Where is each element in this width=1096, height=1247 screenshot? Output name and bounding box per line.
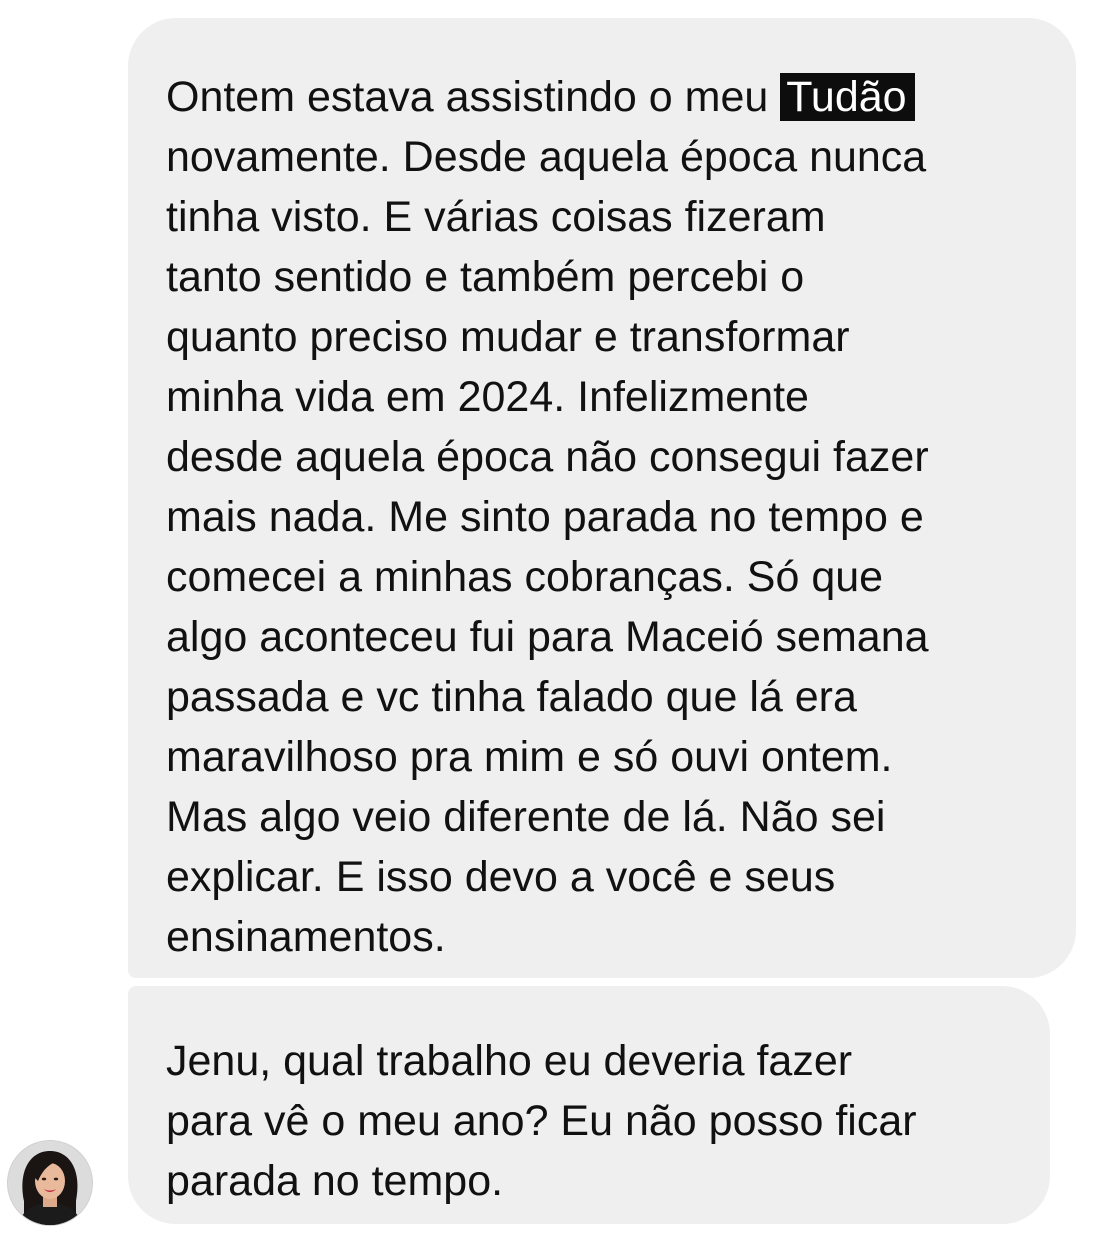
message-line: explicar. E isso devo a você e seus	[166, 853, 836, 901]
message-bubble[interactable]: Ontem estava assistindo o meu Tudão nova…	[128, 18, 1076, 978]
message-line: tinha visto. E várias coisas fizeram	[166, 193, 826, 241]
avatar-eye	[41, 1177, 47, 1181]
message-line: quanto preciso mudar e transformar	[166, 313, 850, 361]
highlighted-text: Tudão	[780, 73, 915, 121]
message-line: passada e vc tinha falado que lá era	[166, 673, 857, 721]
message-line: para vê o meu ano? Eu não posso ficar	[166, 1097, 917, 1145]
message-line: desde aquela época não consegui fazer	[166, 433, 929, 481]
message-bubble[interactable]: Jenu, qual trabalho eu deveria fazer par…	[128, 986, 1050, 1224]
message-text: Ontem estava assistindo o meu	[166, 73, 781, 121]
message-line: mais nada. Me sinto parada no tempo e	[166, 493, 924, 541]
message-line: comecei a minhas cobranças. Só que	[166, 553, 884, 601]
sender-avatar[interactable]	[8, 1141, 92, 1225]
message-line: algo aconteceu fui para Maceió semana	[166, 613, 929, 661]
message-line: tanto sentido e também percebi o	[166, 253, 805, 301]
message-line: Jenu, qual trabalho eu deveria fazer	[166, 1037, 853, 1085]
message-line: Mas algo veio diferente de lá. Não sei	[166, 793, 886, 841]
message-line: Ontem estava assistindo o meu Tudão	[166, 67, 1056, 127]
profile-photo-icon	[8, 1141, 92, 1225]
message-line: parada no tempo.	[166, 1157, 504, 1205]
message-line: novamente. Desde aquela época nunca	[166, 133, 927, 181]
message-line: maravilhoso pra mim e só ouvi ontem.	[166, 733, 893, 781]
message-line: ensinamentos.	[166, 913, 446, 961]
message-line: minha vida em 2024. Infelizmente	[166, 373, 809, 421]
avatar-eye	[53, 1177, 59, 1181]
